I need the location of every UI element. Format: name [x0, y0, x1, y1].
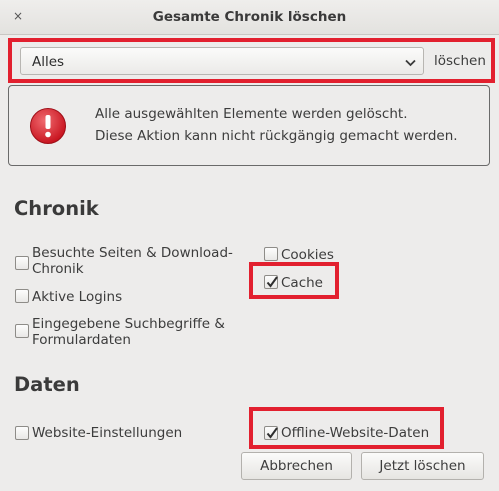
time-range-select[interactable]: Alles	[20, 47, 424, 75]
cache-label[interactable]: Cache	[281, 275, 323, 291]
visited-pages-label-line2: Chronik	[32, 261, 84, 277]
search-form-label-line2: Formulardaten	[32, 332, 131, 348]
offline-data-label[interactable]: Offline-Website-Daten	[281, 425, 429, 441]
offline-data-checkbox[interactable]	[264, 426, 278, 440]
search-form-label[interactable]: Eingegebene Suchbegriffe & Formulardaten	[32, 316, 225, 348]
visited-pages-label[interactable]: Besuchte Seiten & Download- Chronik	[32, 245, 233, 277]
checkmark-icon	[266, 276, 278, 288]
warning-text-line2: Diese Aktion kann nicht rückgängig gemac…	[95, 128, 458, 144]
cache-checkbox[interactable]	[264, 275, 278, 289]
visited-pages-label-line1: Besuchte Seiten & Download-	[32, 245, 233, 261]
title-bar: × Gesamte Chronik löschen	[0, 0, 499, 35]
clear-now-button[interactable]: Jetzt löschen	[361, 452, 484, 480]
time-range-value: Alles	[32, 54, 65, 70]
active-logins-checkbox[interactable]	[15, 289, 29, 303]
dialog-title: Gesamte Chronik löschen	[152, 9, 347, 25]
cookies-checkbox[interactable]	[264, 247, 278, 261]
cookies-label[interactable]: Cookies	[281, 247, 334, 263]
warning-box: Alle ausgewählten Elemente werden gelösc…	[8, 85, 490, 166]
history-section-title: Chronik	[14, 197, 99, 220]
cancel-button[interactable]: Abbrechen	[241, 452, 352, 480]
search-form-label-line1: Eingegebene Suchbegriffe &	[32, 316, 225, 332]
time-range-suffix-label: löschen	[434, 53, 486, 69]
checkmark-icon	[266, 427, 278, 439]
warning-icon	[29, 107, 67, 149]
search-form-checkbox[interactable]	[15, 324, 29, 338]
site-settings-label[interactable]: Website-Einstellungen	[32, 425, 182, 441]
data-section-title: Daten	[14, 373, 80, 396]
active-logins-label[interactable]: Aktive Logins	[32, 289, 122, 305]
site-settings-checkbox[interactable]	[15, 426, 29, 440]
visited-pages-checkbox[interactable]	[15, 256, 29, 270]
warning-text-line1: Alle ausgewählten Elemente werden gelösc…	[95, 106, 408, 122]
chevron-down-icon	[405, 56, 416, 71]
